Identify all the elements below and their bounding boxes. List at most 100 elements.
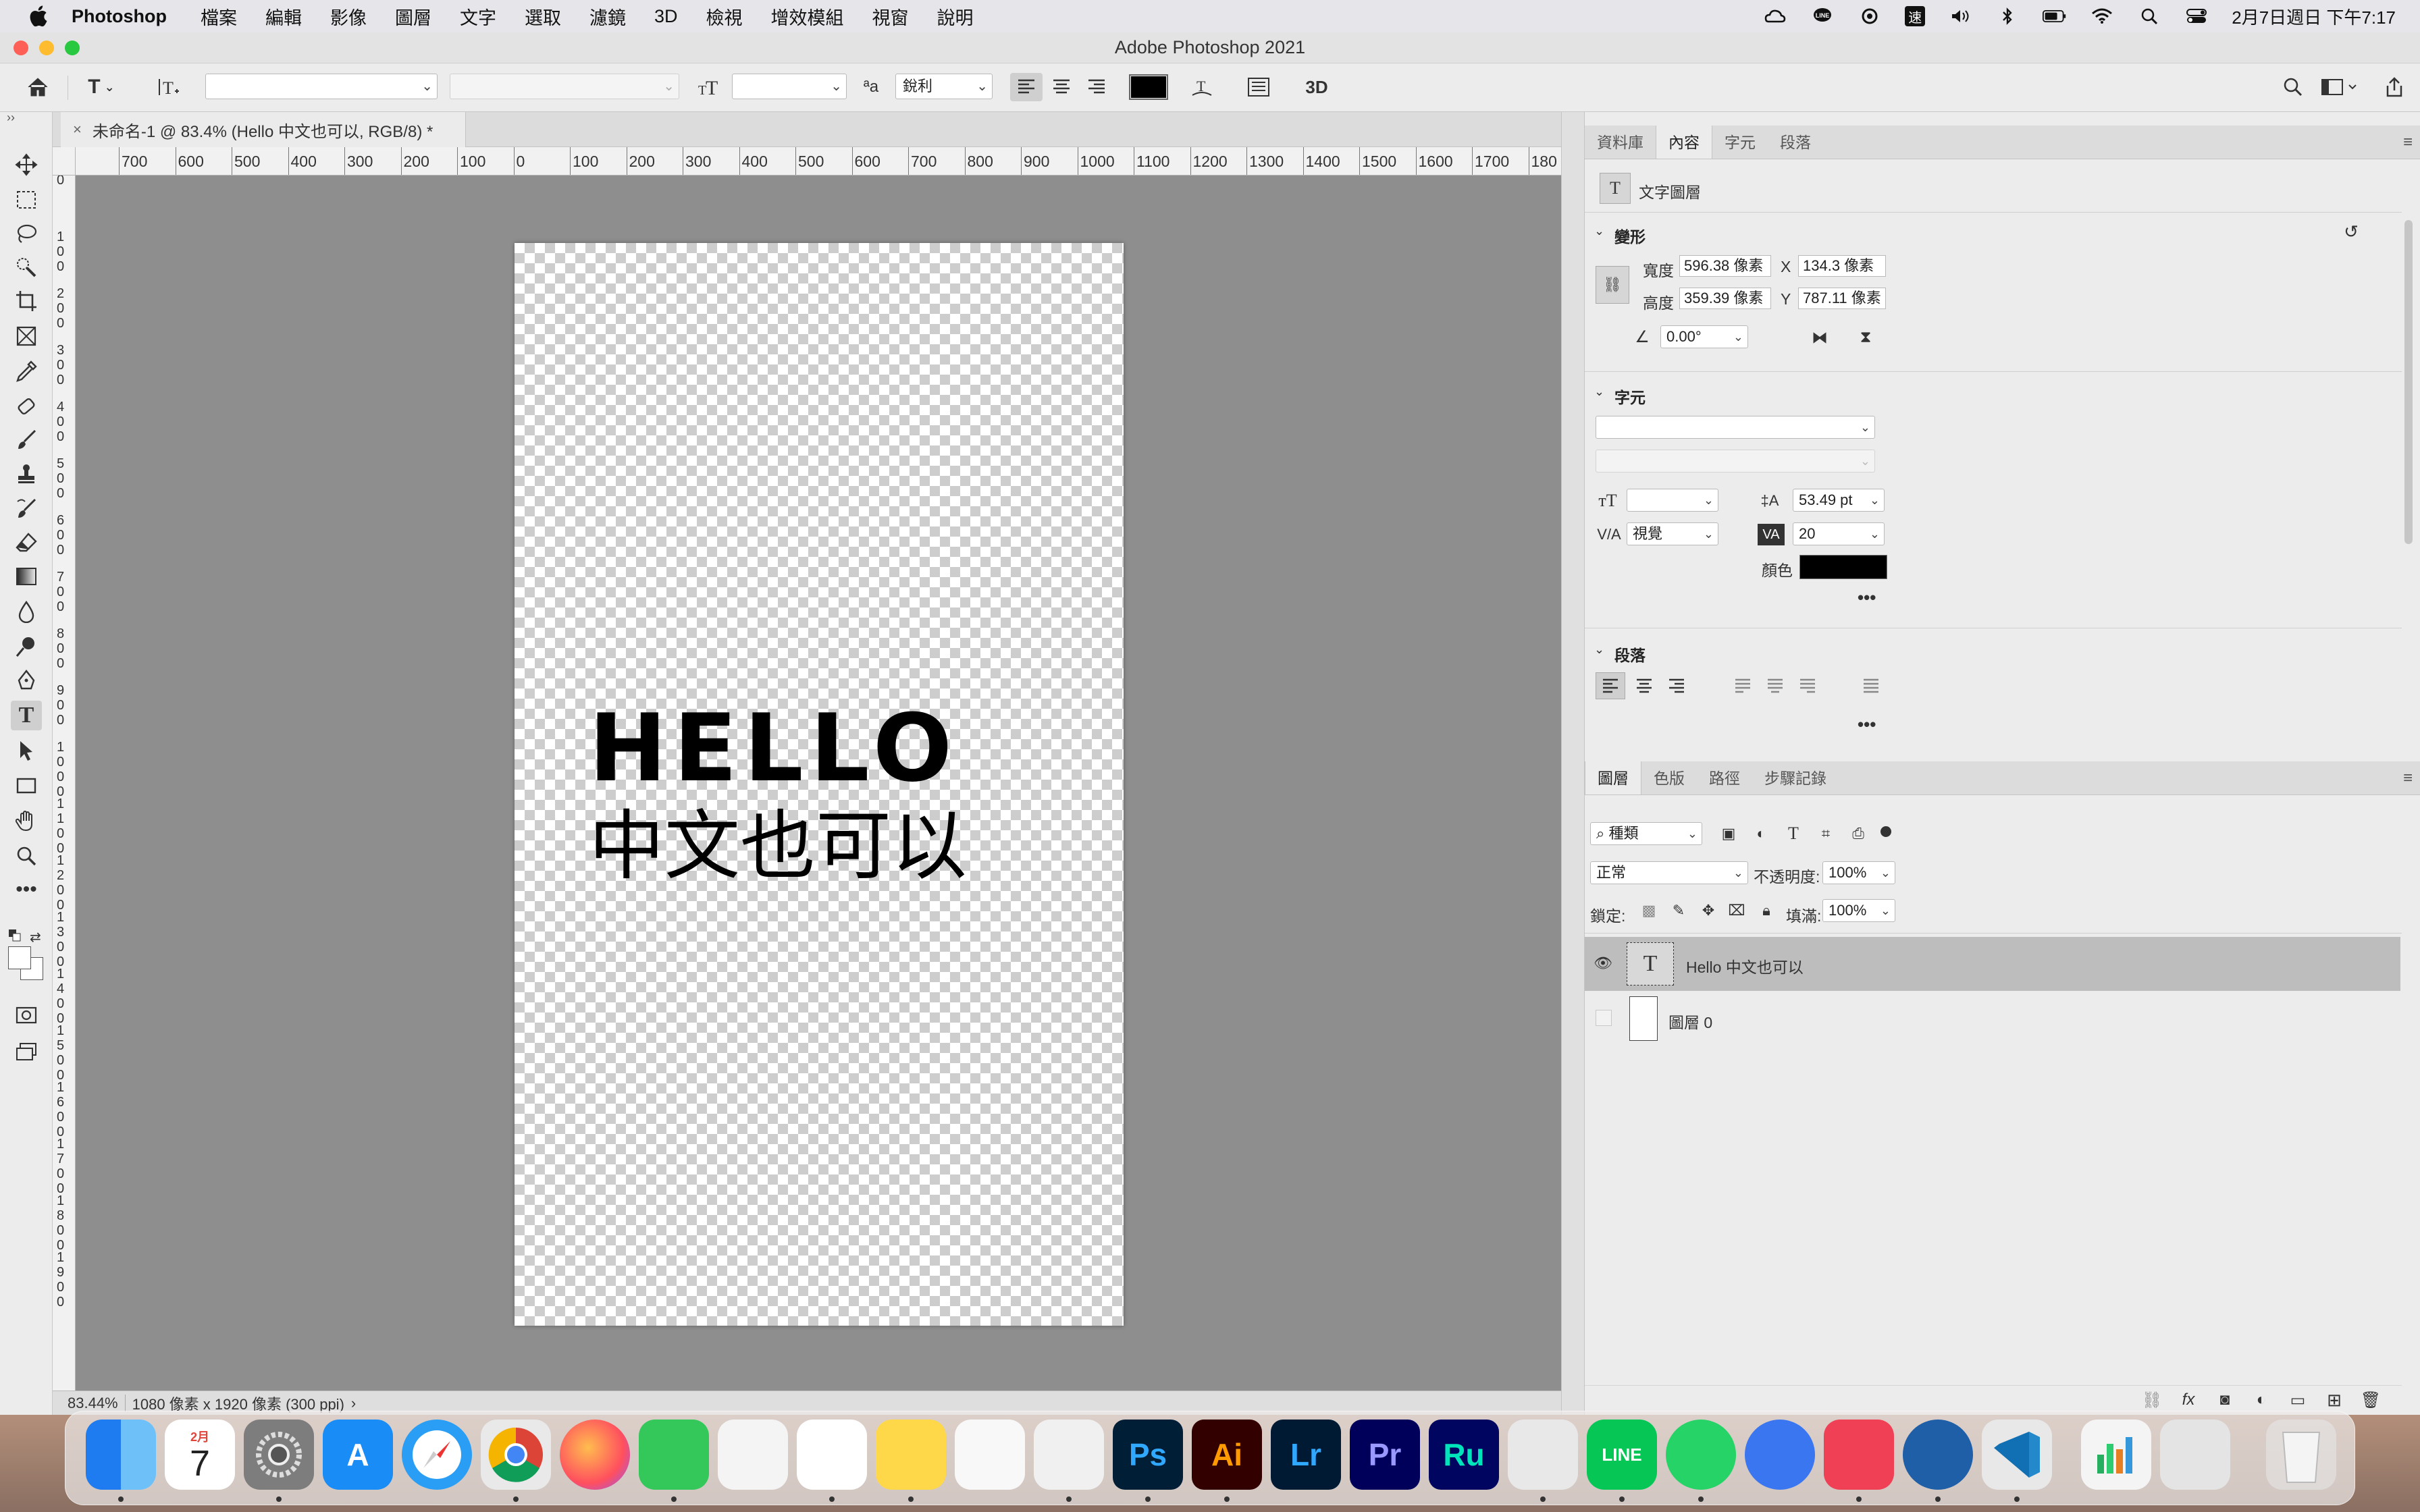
paragraph-align-center-button[interactable] <box>1629 672 1659 699</box>
lock-transparent-pixels-icon[interactable]: ▩ <box>1637 899 1660 922</box>
layer-name[interactable]: Hello 中文也可以 <box>1686 954 1804 977</box>
layer-filter-kind-select[interactable]: ⌕ 種類 ⌄ <box>1590 822 1702 845</box>
collapse-tools-icon[interactable]: ›› <box>7 111 15 125</box>
filter-pixel-icon[interactable]: ▣ <box>1717 822 1740 845</box>
input-method-icon[interactable]: 速 <box>1905 6 1926 26</box>
menu-filter[interactable]: 濾鏡 <box>589 3 626 30</box>
dock-photos-icon[interactable] <box>718 1420 788 1490</box>
warp-text-icon[interactable]: T <box>1187 73 1217 101</box>
reset-transform-icon[interactable]: ↺ <box>2340 220 2363 243</box>
horizontal-ruler[interactable]: 700 600 500 400 300 200 100 0 100 200 300 400 500 600… <box>76 147 1561 176</box>
link-dimensions-icon[interactable]: ⛓ <box>1596 266 1629 304</box>
dock-line-icon[interactable]: LINE <box>1587 1420 1657 1490</box>
opacity-field[interactable]: 100% ⌄ <box>1822 861 1895 884</box>
dock-notes-icon[interactable] <box>876 1420 946 1490</box>
search-icon[interactable] <box>2278 73 2308 101</box>
character-color-swatch[interactable] <box>1799 555 1887 579</box>
gradient-tool-icon[interactable] <box>11 562 42 591</box>
layer-row-text[interactable]: 👁︎ T Hello 中文也可以 <box>1585 937 2400 991</box>
adjustment-layer-icon[interactable]: ◐ <box>2248 1388 2275 1412</box>
tab-character[interactable]: 字元 <box>1712 126 1768 159</box>
layer-row-pixel[interactable]: 圖層 0 <box>1585 992 2400 1046</box>
zoom-window-button[interactable] <box>65 40 80 55</box>
3d-button[interactable]: 3D <box>1300 73 1333 101</box>
tab-history[interactable]: 步驟記錄 <box>1752 761 1839 794</box>
dock-pages-icon[interactable] <box>955 1420 1025 1490</box>
menu-view[interactable]: 檢視 <box>706 3 743 30</box>
type-tool-icon[interactable]: T <box>11 701 42 730</box>
battery-icon[interactable] <box>2043 6 2067 26</box>
document-canvas[interactable]: HELLO 中文也可以 <box>515 243 1124 1326</box>
marquee-tool-icon[interactable] <box>11 185 42 215</box>
foreground-color-swatch[interactable] <box>8 946 31 969</box>
layer-visibility-eye-icon[interactable]: 👁︎ <box>1593 953 1613 973</box>
dock-calendar-icon[interactable]: 2月 7 <box>165 1420 235 1490</box>
history-brush-tool-icon[interactable] <box>11 494 42 524</box>
character-panel-toggle-icon[interactable] <box>1244 73 1273 101</box>
dock-reminders-icon[interactable] <box>797 1420 867 1490</box>
type-tool-preset-icon[interactable]: T ⌄ <box>81 73 122 101</box>
dock-preview-icon[interactable] <box>2160 1420 2230 1490</box>
default-colors-icon[interactable] <box>8 929 22 942</box>
move-tool-icon[interactable] <box>11 150 42 180</box>
screen-mode-icon[interactable] <box>11 1037 42 1066</box>
tab-libraries[interactable]: 資料庫 <box>1585 126 1656 159</box>
dock-finder-icon[interactable] <box>86 1420 156 1490</box>
x-field[interactable]: 134.3 像素 <box>1798 255 1886 277</box>
height-field[interactable]: 359.39 像素 <box>1679 288 1771 309</box>
justify-last-right-button[interactable] <box>1793 672 1822 699</box>
layer-visibility-toggle[interactable] <box>1596 1010 1612 1026</box>
menu-window[interactable]: 視窗 <box>872 3 909 30</box>
ruler-origin[interactable] <box>53 147 76 176</box>
pen-tool-icon[interactable] <box>11 666 42 695</box>
align-right-button[interactable] <box>1080 73 1113 101</box>
close-window-button[interactable] <box>14 40 28 55</box>
flip-horizontal-icon[interactable]: ⧓ <box>1808 325 1832 350</box>
font-style-select[interactable]: ⌄ <box>450 74 679 99</box>
menu-3d[interactable]: 3D <box>654 6 678 27</box>
dock-vpn-icon[interactable] <box>1903 1420 1973 1490</box>
share-icon[interactable] <box>2379 73 2409 101</box>
tab-layers[interactable]: 圖層 <box>1585 761 1641 794</box>
lasso-tool-icon[interactable] <box>11 219 42 248</box>
crop-tool-icon[interactable] <box>11 286 42 316</box>
dock-pocket-icon[interactable] <box>1824 1420 1894 1490</box>
dock-vscode-icon[interactable] <box>1982 1420 2052 1490</box>
more-tools-icon[interactable]: ••• <box>11 875 42 905</box>
justify-last-left-button[interactable] <box>1728 672 1758 699</box>
paragraph-align-right-button[interactable] <box>1662 672 1691 699</box>
dock-chrome-icon[interactable] <box>481 1420 551 1490</box>
y-field[interactable]: 787.11 像素 <box>1798 288 1886 309</box>
brush-tool-icon[interactable] <box>11 425 42 455</box>
menu-edit[interactable]: 編輯 <box>265 3 302 30</box>
add-mask-icon[interactable]: ◙ <box>2211 1388 2238 1412</box>
menu-select[interactable]: 選取 <box>525 3 561 30</box>
transform-collapse-icon[interactable]: ⌄ <box>1594 224 1604 238</box>
dock-app-store-icon[interactable]: A <box>323 1420 393 1490</box>
workspace-switcher-icon[interactable] <box>2317 73 2365 101</box>
layers-panel-menu-icon[interactable]: ≡ <box>2403 761 2413 795</box>
dock-lightroom-icon[interactable]: Lr <box>1271 1420 1341 1490</box>
bluetooth-icon[interactable] <box>1995 6 2020 26</box>
new-layer-icon[interactable]: ⊞ <box>2321 1388 2348 1412</box>
dodge-tool-icon[interactable] <box>11 632 42 662</box>
lock-position-icon[interactable]: ✥ <box>1697 899 1720 922</box>
dock-premiere-icon[interactable]: Pr <box>1350 1420 1420 1490</box>
tracking-field[interactable]: 20 ⌄ <box>1793 522 1885 545</box>
control-center-icon[interactable] <box>2184 6 2209 26</box>
tab-paragraph[interactable]: 段落 <box>1768 126 1823 159</box>
filter-shape-icon[interactable]: ⌗ <box>1814 822 1837 845</box>
dock-sketchbook-icon[interactable] <box>1508 1420 1578 1490</box>
blur-tool-icon[interactable] <box>11 597 42 626</box>
fill-field[interactable]: 100% ⌄ <box>1822 899 1895 922</box>
properties-scrollbar[interactable] <box>2404 220 2413 544</box>
frame-tool-icon[interactable] <box>11 321 42 351</box>
character-font-family-select[interactable]: ⌄ <box>1596 416 1875 439</box>
dock-firefox-icon[interactable] <box>560 1420 630 1490</box>
quick-selection-tool-icon[interactable] <box>11 252 42 282</box>
minimize-window-button[interactable] <box>39 40 54 55</box>
angle-field[interactable]: 0.00° ⌄ <box>1660 325 1748 348</box>
eyedropper-tool-icon[interactable] <box>11 356 42 386</box>
close-document-icon[interactable]: × <box>73 121 82 138</box>
lock-image-pixels-icon[interactable]: ✎ <box>1667 899 1690 922</box>
